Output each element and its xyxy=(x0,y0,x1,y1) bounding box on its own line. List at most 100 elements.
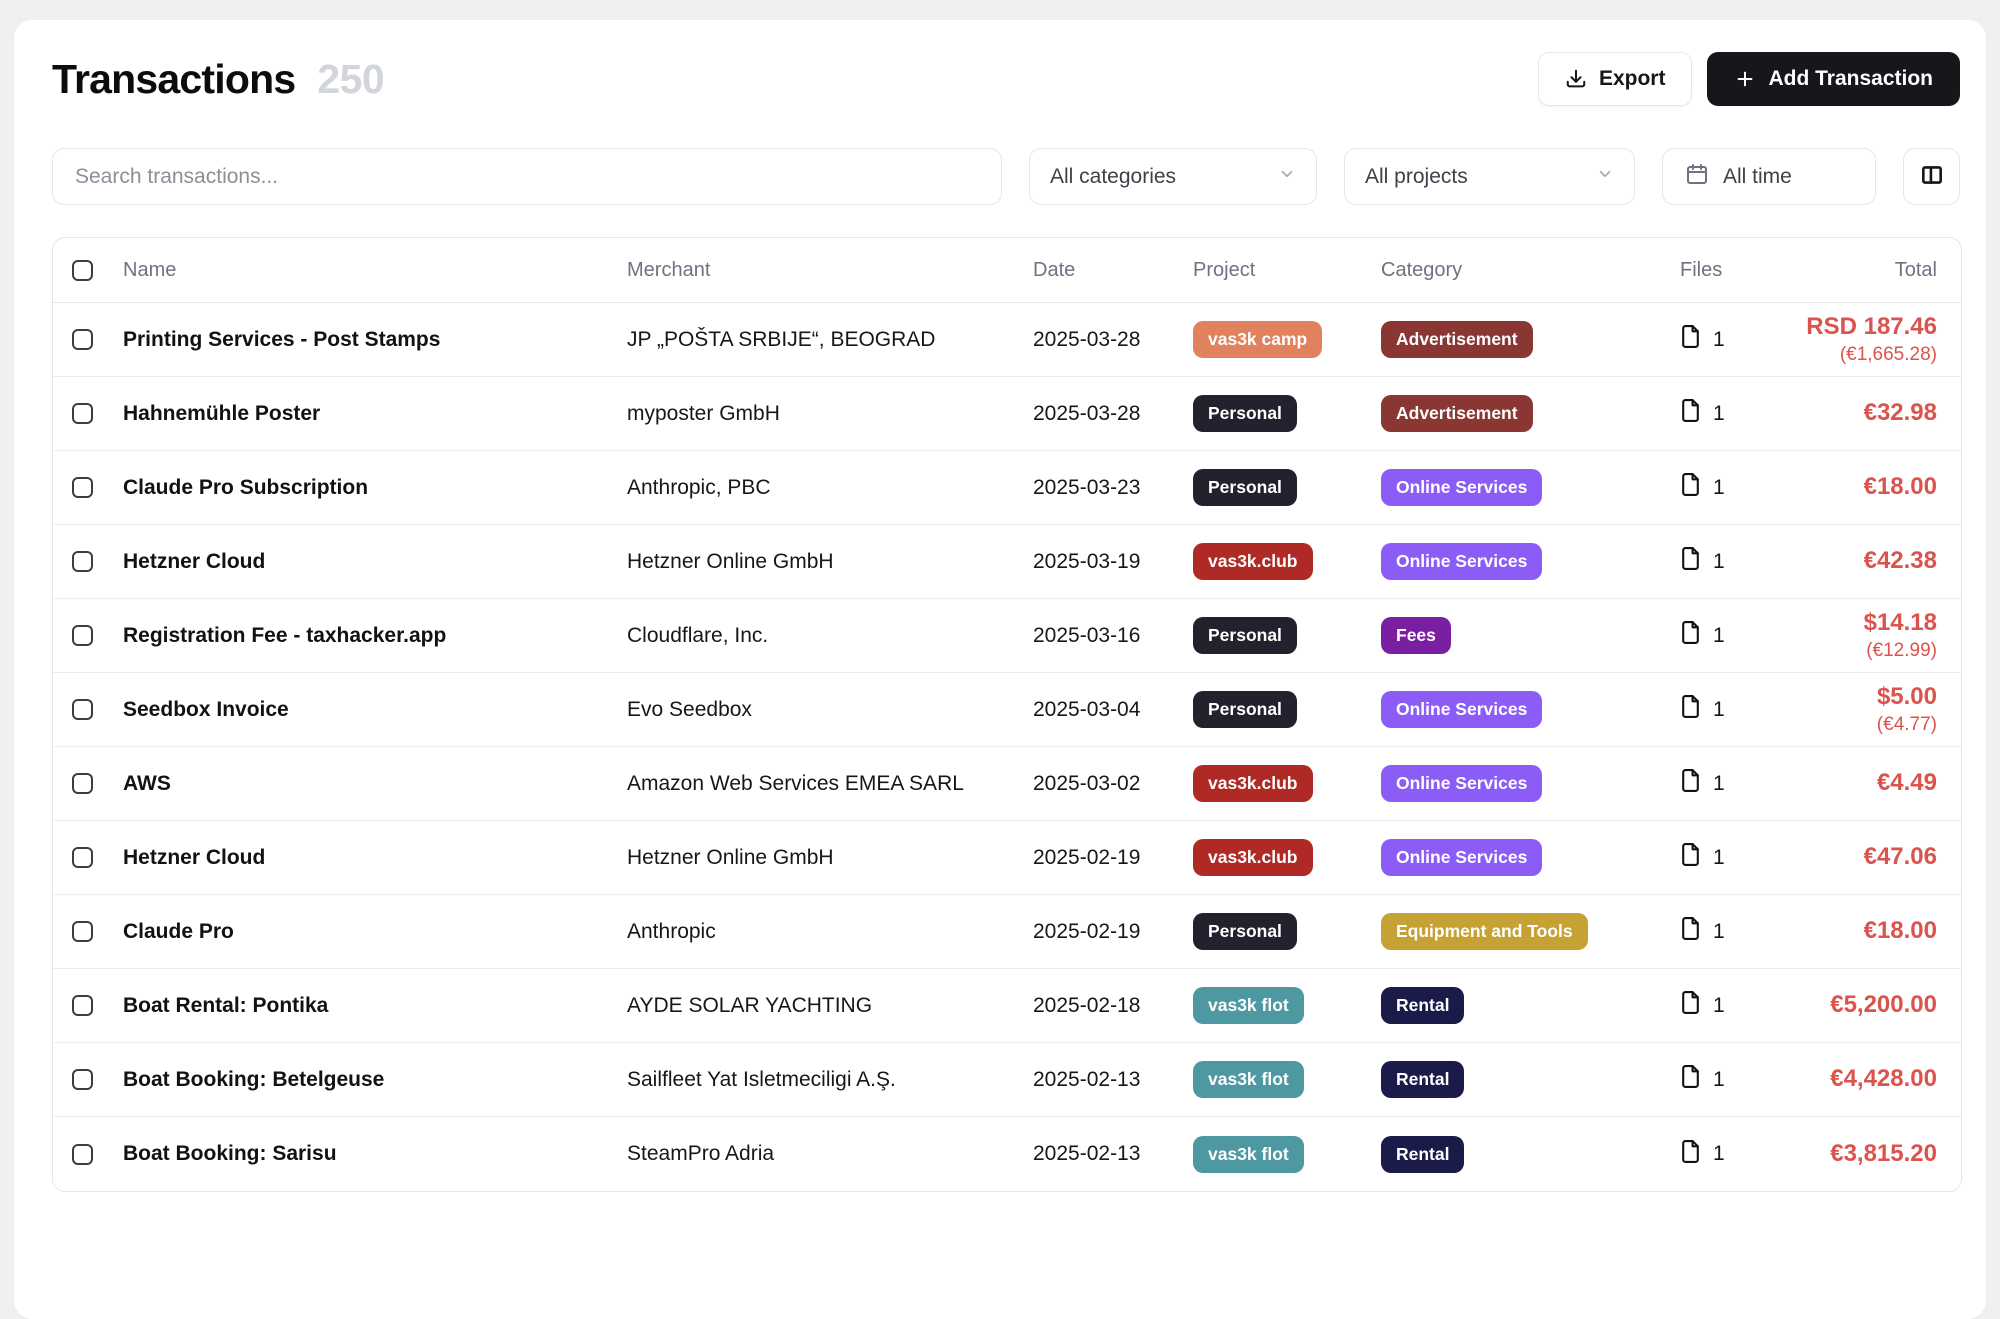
transaction-date: 2025-03-28 xyxy=(1033,402,1193,426)
row-checkbox[interactable] xyxy=(72,551,93,572)
project-badge: vas3k.club xyxy=(1193,543,1313,580)
project-badge: vas3k flot xyxy=(1193,1061,1304,1098)
table-row[interactable]: Hetzner Cloud Hetzner Online GmbH 2025-0… xyxy=(53,821,1961,895)
file-count: 1 xyxy=(1713,994,1725,1018)
plus-icon xyxy=(1734,68,1756,90)
file-count: 1 xyxy=(1713,698,1725,722)
file-icon xyxy=(1680,694,1701,725)
project-badge: Personal xyxy=(1193,617,1297,654)
transaction-name: Hetzner Cloud xyxy=(123,550,627,574)
row-checkbox[interactable] xyxy=(72,699,93,720)
total-sub: (€12.99) xyxy=(1803,640,1937,663)
add-transaction-button[interactable]: Add Transaction xyxy=(1707,52,1960,106)
transaction-name: Claude Pro xyxy=(123,920,627,944)
row-checkbox[interactable] xyxy=(72,921,93,942)
table-row[interactable]: AWS Amazon Web Services EMEA SARL 2025-0… xyxy=(53,747,1961,821)
row-checkbox[interactable] xyxy=(72,1069,93,1090)
columns-toggle-button[interactable] xyxy=(1903,148,1960,205)
project-badge: vas3k flot xyxy=(1193,987,1304,1024)
category-badge: Rental xyxy=(1381,1061,1464,1098)
category-badge: Online Services xyxy=(1381,469,1542,506)
header-cell-category[interactable]: Category xyxy=(1381,259,1680,282)
search-input[interactable] xyxy=(52,148,1002,205)
transaction-merchant: JP „POŠTA SRBIJE“, BEOGRAD xyxy=(627,328,1033,352)
total-main: $5.00 xyxy=(1803,683,1937,712)
transaction-merchant: AYDE SOLAR YACHTING xyxy=(627,994,1033,1018)
transaction-total: €42.38 xyxy=(1803,547,1937,576)
header-cell-merchant[interactable]: Merchant xyxy=(627,259,1033,282)
header-cell-files[interactable]: Files xyxy=(1680,259,1803,282)
file-icon xyxy=(1680,324,1701,355)
header-cell-total[interactable]: Total xyxy=(1803,258,1937,282)
project-badge: vas3k.club xyxy=(1193,765,1313,802)
transaction-name: Registration Fee - taxhacker.app xyxy=(123,624,627,648)
table-row[interactable]: Claude Pro Subscription Anthropic, PBC 2… xyxy=(53,451,1961,525)
row-checkbox[interactable] xyxy=(72,995,93,1016)
header-cell-project[interactable]: Project xyxy=(1193,259,1381,282)
row-checkbox[interactable] xyxy=(72,477,93,498)
transaction-total: €4.49 xyxy=(1803,769,1937,798)
transaction-merchant: SteamPro Adria xyxy=(627,1142,1033,1166)
categories-select[interactable]: All categories xyxy=(1029,148,1317,205)
date-range-value: All time xyxy=(1723,165,1792,189)
table-row[interactable]: Hahnemühle Poster myposter GmbH 2025-03-… xyxy=(53,377,1961,451)
category-badge: Equipment and Tools xyxy=(1381,913,1588,950)
title-wrap: Transactions 250 xyxy=(52,56,384,103)
file-icon xyxy=(1680,990,1701,1021)
select-all-checkbox[interactable] xyxy=(72,260,93,281)
row-checkbox[interactable] xyxy=(72,625,93,646)
table-row[interactable]: Boat Booking: Betelgeuse Sailfleet Yat I… xyxy=(53,1043,1961,1117)
transaction-date: 2025-03-19 xyxy=(1033,550,1193,574)
project-badge: Personal xyxy=(1193,913,1297,950)
row-checkbox[interactable] xyxy=(72,847,93,868)
transactions-card: Transactions 250 Export xyxy=(14,20,1986,1319)
transaction-date: 2025-03-28 xyxy=(1033,328,1193,352)
transaction-total: €3,815.20 xyxy=(1803,1140,1937,1169)
calendar-icon xyxy=(1685,162,1709,192)
category-badge: Online Services xyxy=(1381,691,1542,728)
header-actions: Export Add Transaction xyxy=(1538,52,1960,106)
table-row[interactable]: Printing Services - Post Stamps JP „POŠT… xyxy=(53,303,1961,377)
table-row[interactable]: Boat Booking: Sarisu SteamPro Adria 2025… xyxy=(53,1117,1961,1191)
transaction-total: €18.00 xyxy=(1803,473,1937,502)
row-checkbox[interactable] xyxy=(72,773,93,794)
page-header: Transactions 250 Export xyxy=(52,52,1960,106)
total-main: RSD 187.46 xyxy=(1803,313,1937,342)
header-cell-date[interactable]: Date xyxy=(1033,259,1193,282)
header-cell-name[interactable]: Name xyxy=(123,259,627,282)
total-main: €32.98 xyxy=(1803,399,1937,428)
transaction-name: Boat Booking: Sarisu xyxy=(123,1142,627,1166)
projects-select-value: All projects xyxy=(1365,165,1468,189)
columns-icon xyxy=(1919,162,1945,191)
row-checkbox[interactable] xyxy=(72,329,93,350)
transaction-name: Claude Pro Subscription xyxy=(123,476,627,500)
table-body: Printing Services - Post Stamps JP „POŠT… xyxy=(53,303,1961,1191)
total-main: €18.00 xyxy=(1803,917,1937,946)
file-count: 1 xyxy=(1713,772,1725,796)
table-row[interactable]: Boat Rental: Pontika AYDE SOLAR YACHTING… xyxy=(53,969,1961,1043)
transaction-merchant: Anthropic, PBC xyxy=(627,476,1033,500)
transaction-name: Boat Booking: Betelgeuse xyxy=(123,1068,627,1092)
category-badge: Online Services xyxy=(1381,839,1542,876)
export-button[interactable]: Export xyxy=(1538,52,1693,106)
table-row[interactable]: Claude Pro Anthropic 2025-02-19 Personal… xyxy=(53,895,1961,969)
transaction-name: Seedbox Invoice xyxy=(123,698,627,722)
transaction-date: 2025-02-19 xyxy=(1033,920,1193,944)
file-icon xyxy=(1680,916,1701,947)
row-checkbox[interactable] xyxy=(72,1144,93,1165)
table-row[interactable]: Seedbox Invoice Evo Seedbox 2025-03-04 P… xyxy=(53,673,1961,747)
table-row[interactable]: Hetzner Cloud Hetzner Online GmbH 2025-0… xyxy=(53,525,1961,599)
file-count: 1 xyxy=(1713,624,1725,648)
transaction-merchant: Anthropic xyxy=(627,920,1033,944)
projects-select[interactable]: All projects xyxy=(1344,148,1635,205)
transaction-total: €47.06 xyxy=(1803,843,1937,872)
project-badge: Personal xyxy=(1193,469,1297,506)
file-count: 1 xyxy=(1713,328,1725,352)
transaction-merchant: Amazon Web Services EMEA SARL xyxy=(627,772,1033,796)
date-range-button[interactable]: All time xyxy=(1662,148,1876,205)
table-row[interactable]: Registration Fee - taxhacker.app Cloudfl… xyxy=(53,599,1961,673)
category-badge: Online Services xyxy=(1381,543,1542,580)
transaction-name: Printing Services - Post Stamps xyxy=(123,328,627,352)
file-icon xyxy=(1680,398,1701,429)
row-checkbox[interactable] xyxy=(72,403,93,424)
